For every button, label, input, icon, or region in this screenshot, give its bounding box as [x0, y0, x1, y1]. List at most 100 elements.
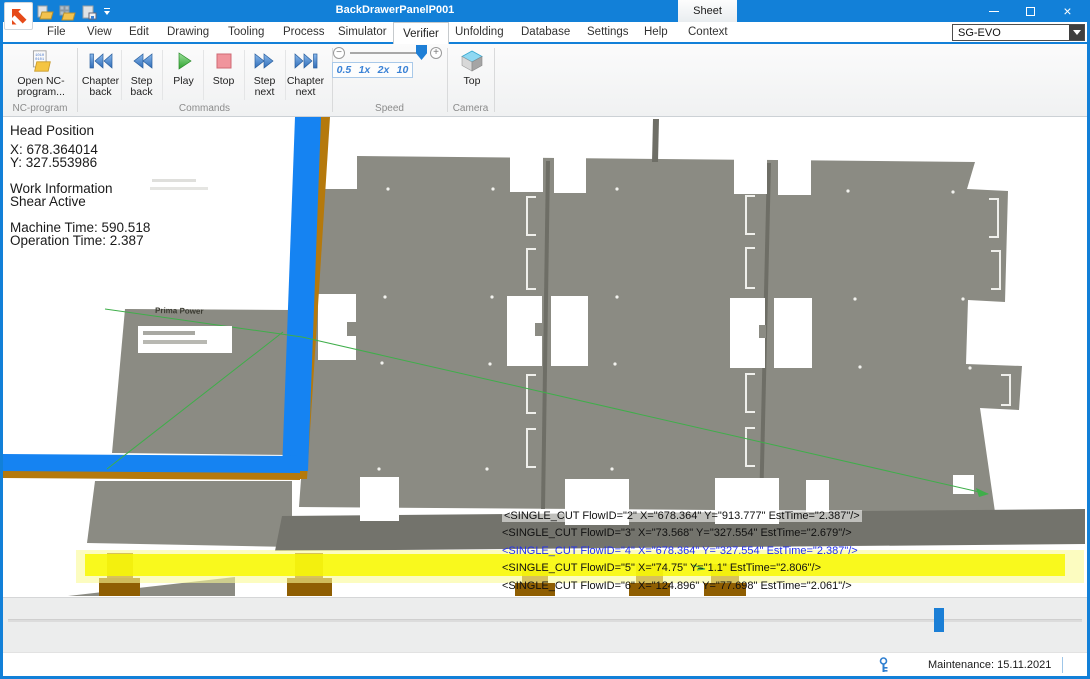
status-divider — [1062, 657, 1063, 673]
speed-slider-track[interactable] — [350, 52, 426, 54]
open-machine-icon[interactable] — [59, 5, 77, 21]
step-next-button[interactable]: Step next — [244, 47, 285, 102]
head-position-y: Y: 327.553986 — [10, 156, 150, 169]
maximize-icon — [1026, 7, 1035, 16]
menu-item-database[interactable]: Database — [521, 26, 570, 38]
chapter-next-button[interactable]: Chapter next — [285, 47, 326, 102]
ribbon-toolbar: 1010 0101 Open NC-program... Chapter bac… — [3, 44, 1087, 117]
speed-decrease-button[interactable]: − — [333, 47, 345, 59]
faint-annotation — [150, 187, 208, 190]
menu-item-help[interactable]: Help — [644, 26, 668, 38]
title-bar: BackDrawerPanelP001 Sheet × — [0, 0, 1090, 22]
maintenance-status: Maintenance: 15.11.2021 — [928, 659, 1051, 671]
head-position-title: Head Position — [10, 124, 150, 137]
chapter-back-icon — [88, 50, 114, 72]
speed-preset-10[interactable]: 10 — [397, 64, 409, 76]
sheet-brand-label: Prima Power — [155, 306, 204, 316]
dropdown-button[interactable] — [1069, 25, 1084, 40]
shear-path-band-horizontal — [3, 454, 300, 473]
group-label-nc-program: NC-program — [3, 103, 77, 114]
top-camera-button[interactable]: Top — [452, 47, 492, 102]
chapter-back-button[interactable]: Chapter back — [80, 47, 121, 102]
button-label: Chapter back — [80, 76, 121, 98]
simulation-viewport[interactable]: Prima Power Head Position X: 678.364014 … — [3, 117, 1087, 597]
clamp-bar — [652, 119, 659, 162]
menu-item-context[interactable]: Context — [688, 26, 728, 38]
cut-log-line-active: <SINGLE_CUT FlowID="4" X="678.364" Y="32… — [502, 545, 858, 559]
stop-icon — [214, 50, 234, 72]
status-bar: Maintenance: 15.11.2021 — [3, 652, 1087, 676]
chevron-down-icon — [1073, 30, 1081, 35]
speed-increase-button[interactable]: + — [430, 47, 442, 59]
faint-annotation — [152, 179, 196, 182]
application-window: BackDrawerPanelP001 Sheet × File View Ed… — [0, 0, 1090, 679]
machine-selector[interactable]: SG-EVO — [952, 24, 1085, 41]
customize-quick-access-icon[interactable] — [103, 8, 111, 15]
panel-edge-notch — [104, 417, 110, 426]
chapter-next-icon — [293, 50, 319, 72]
stop-button[interactable]: Stop — [203, 47, 244, 102]
close-button[interactable]: × — [1049, 0, 1086, 22]
step-back-icon — [129, 50, 155, 72]
open-program-icon[interactable] — [37, 5, 55, 21]
maximize-button[interactable] — [1012, 0, 1049, 22]
menu-item-simulator[interactable]: Simulator — [338, 26, 387, 38]
sheet-main-panel — [299, 156, 1022, 512]
cut-log-line-highlighted: <SINGLE_CUT FlowID="5" X="74.75" Y="1.1"… — [502, 562, 821, 576]
group-label-camera: Camera — [447, 103, 494, 114]
group-separator — [494, 48, 495, 112]
timeline-track[interactable] — [8, 619, 1082, 622]
cut-log-line: <SINGLE_CUT FlowID="2" X="678.364" Y="91… — [502, 510, 862, 524]
menu-item-file[interactable]: File — [47, 26, 66, 38]
cut-log-line: <SINGLE_CUT FlowID="6" X="124.896" Y="77… — [502, 580, 852, 594]
sheet-tooltip — [138, 326, 232, 353]
button-label: Stop — [213, 76, 235, 87]
panel-edge-notch — [108, 342, 114, 351]
machine-selector-value: SG-EVO — [958, 27, 1001, 39]
speed-slider-handle[interactable] — [416, 45, 427, 60]
menu-item-verifier-active[interactable]: Verifier — [393, 22, 449, 44]
menu-bar: File View Edit Drawing Tooling Process S… — [3, 22, 1087, 44]
menu-item-settings[interactable]: Settings — [587, 26, 629, 38]
speed-preset-05[interactable]: 0.5 — [337, 64, 352, 76]
button-label: Step back — [121, 76, 162, 98]
button-label: Open NC-program... — [7, 76, 75, 98]
close-icon: × — [1063, 4, 1071, 18]
minimize-button[interactable] — [975, 0, 1012, 22]
menu-item-tooling[interactable]: Tooling — [228, 26, 264, 38]
button-label: Top — [464, 76, 481, 87]
menu-item-edit[interactable]: Edit — [129, 26, 149, 38]
play-button[interactable]: Play — [163, 47, 204, 102]
step-back-button[interactable]: Step back — [121, 47, 162, 102]
menu-item-view[interactable]: View — [87, 26, 112, 38]
work-status: Shear Active — [10, 195, 150, 208]
play-icon — [174, 50, 194, 72]
save-icon[interactable] — [81, 5, 99, 21]
menu-item-unfolding[interactable]: Unfolding — [455, 26, 504, 38]
operation-time: Operation Time: 2.387 — [10, 234, 150, 247]
context-tab-sheet[interactable]: Sheet — [678, 0, 737, 22]
prima-power-logo-icon — [7, 4, 31, 28]
button-label: Chapter next — [285, 76, 326, 98]
cut-log-line: <SINGLE_CUT FlowID="3" X="73.568" Y="327… — [502, 527, 852, 541]
speed-preset-1x[interactable]: 1x — [359, 64, 371, 76]
maintenance-icon — [877, 657, 890, 673]
button-label: Step next — [244, 76, 285, 98]
group-label-commands: Commands — [77, 103, 332, 114]
timeline-handle[interactable] — [934, 608, 944, 632]
timeline-panel — [3, 597, 1087, 652]
panel-edge-notch — [106, 375, 112, 384]
open-nc-program-button[interactable]: 1010 0101 Open NC-program... — [7, 47, 75, 102]
sheet-left-panel-lower — [87, 481, 292, 547]
group-label-speed: Speed — [332, 103, 447, 114]
simulation-scene: Prima Power — [3, 117, 1087, 597]
hud-overlay: Head Position X: 678.364014 Y: 327.55398… — [10, 124, 150, 247]
menu-item-process[interactable]: Process — [283, 26, 325, 38]
app-logo[interactable] — [4, 2, 33, 30]
step-next-icon — [252, 50, 278, 72]
button-label: Play — [173, 76, 193, 87]
window-title: BackDrawerPanelP001 — [300, 4, 490, 16]
camera-cube-icon — [459, 50, 485, 72]
menu-item-drawing[interactable]: Drawing — [167, 26, 209, 38]
speed-preset-2x[interactable]: 2x — [378, 64, 390, 76]
